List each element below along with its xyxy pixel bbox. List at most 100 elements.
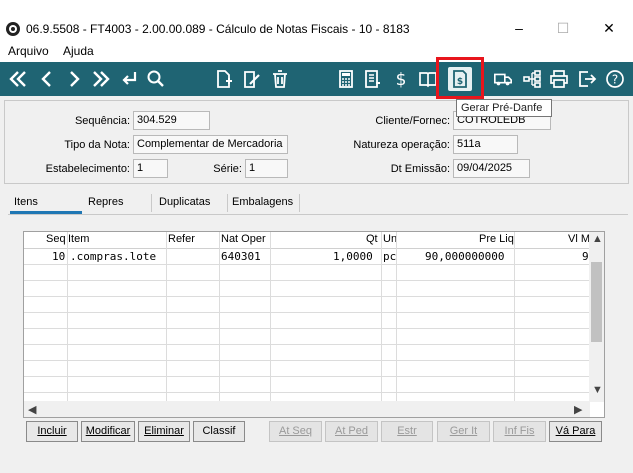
column-un[interactable]: Un [383, 233, 397, 245]
table-row-empty[interactable] [24, 345, 590, 361]
status-bar [0, 460, 633, 473]
column-seq[interactable]: Seq [46, 233, 66, 245]
column-vl-m[interactable]: Vl M [568, 233, 590, 245]
exit-icon [579, 71, 597, 87]
invoice-list-button[interactable] [361, 67, 385, 91]
last-record-button[interactable] [89, 67, 113, 91]
natureza-label: Natureza operação: [353, 139, 450, 151]
natureza-field[interactable]: 511a [453, 135, 518, 154]
scroll-down-icon[interactable]: ▼ [592, 384, 603, 396]
return-button[interactable] [117, 67, 141, 91]
double-chevron-right-icon [93, 71, 110, 87]
previous-record-button[interactable] [35, 67, 59, 91]
vertical-scroll-thumb[interactable] [591, 262, 602, 342]
column-refer[interactable]: Refer [168, 233, 195, 245]
chevron-right-icon [70, 71, 80, 87]
svg-text:?: ? [612, 73, 618, 87]
next-record-button[interactable] [62, 67, 86, 91]
new-document-button[interactable] [212, 67, 236, 91]
return-arrow-icon [122, 72, 137, 85]
close-button[interactable]: ✕ [594, 18, 624, 38]
at-ped-button[interactable]: At Ped [325, 421, 378, 442]
svg-text:$: $ [396, 70, 407, 89]
help-button[interactable]: ? [603, 67, 627, 91]
table-row-empty[interactable] [24, 313, 590, 329]
title-bar: 06.9.5508 - FT4003 - 2.00.00.089 - Cálcu… [0, 0, 633, 42]
tab-itens[interactable]: Itens [10, 192, 82, 214]
column-item[interactable]: Item [68, 233, 89, 245]
tab-duplicatas[interactable]: Duplicatas [155, 192, 227, 214]
print-button[interactable] [547, 67, 571, 91]
inf-fis-button[interactable]: Inf Fis [493, 421, 546, 442]
cell-qt: 1,0000 [333, 250, 373, 263]
financial-button[interactable]: $ [389, 67, 413, 91]
structure-button[interactable] [520, 67, 544, 91]
table-row-empty[interactable] [24, 265, 590, 281]
document-list-icon [365, 70, 380, 88]
va-para-button[interactable]: Vá Para [549, 421, 602, 442]
column-pre-liq[interactable]: Pre Liq [479, 233, 514, 245]
modificar-button[interactable]: Modificar [81, 421, 135, 442]
column-qt[interactable]: Qt [366, 233, 378, 245]
ger-it-button[interactable]: Ger It [437, 421, 490, 442]
menu-arquivo[interactable]: Arquivo [8, 44, 49, 58]
cliente-label: Cliente/Fornec: [375, 115, 450, 127]
vertical-scrollbar[interactable]: ▲ ▼ [589, 232, 604, 402]
cell-item: .compras.lote [70, 250, 157, 263]
scroll-left-icon[interactable]: ◀ [28, 403, 36, 416]
table-row-empty[interactable] [24, 329, 590, 345]
dollar-icon: $ [396, 70, 407, 89]
scroll-right-icon[interactable]: ▶ [574, 403, 582, 416]
tab-repres[interactable]: Repres [84, 192, 154, 214]
first-record-button[interactable] [6, 67, 30, 91]
cell-seq: 10 [52, 250, 66, 263]
menu-bar: Arquivo Ajuda [0, 42, 633, 62]
edit-document-icon [244, 71, 260, 88]
tooltip-gerar-pre-danfe: Gerar Pré-Danfe [456, 99, 552, 117]
at-seq-button[interactable]: At Seq [269, 421, 322, 442]
calculator-button[interactable] [334, 67, 358, 91]
delete-button[interactable] [268, 67, 292, 91]
estr-button[interactable]: Estr [381, 421, 433, 442]
toolbar: $ $ ? [0, 62, 633, 96]
edit-document-button[interactable] [240, 67, 264, 91]
search-button[interactable] [144, 67, 168, 91]
table-row[interactable]: 10 .compras.lote 640301 1,0000 pc 90,000… [24, 249, 590, 265]
calculator-icon [339, 70, 353, 88]
serie-field[interactable]: 1 [245, 159, 288, 178]
tab-embalagens[interactable]: Embalagens [228, 192, 300, 214]
sequencia-field[interactable]: 304.529 [133, 111, 210, 130]
trash-icon [273, 70, 287, 88]
shipping-button[interactable] [489, 67, 517, 91]
scroll-up-icon[interactable]: ▲ [592, 233, 603, 245]
sequencia-label: Sequência: [74, 115, 130, 127]
table-row-empty[interactable] [24, 361, 590, 377]
new-document-icon [217, 70, 232, 88]
app-logo-icon [6, 22, 20, 36]
cell-un: pc [383, 250, 397, 263]
items-grid[interactable]: Seq Item Refer Nat Oper Qt Un Pre Liq Vl… [23, 231, 605, 418]
estabelecimento-label: Estabelecimento: [45, 163, 130, 175]
help-icon: ? [606, 70, 624, 88]
tipo-nota-field[interactable]: Complementar de Mercadoria [133, 135, 288, 154]
table-row-empty[interactable] [24, 297, 590, 313]
exit-button[interactable] [575, 67, 599, 91]
cell-vl-m: 9 [582, 250, 589, 263]
maximize-button[interactable]: ☐ [548, 18, 578, 38]
cell-nat-oper: 640301 [221, 250, 261, 263]
minimize-button[interactable]: – [504, 18, 534, 38]
horizontal-scrollbar[interactable]: ◀ ▶ [24, 401, 590, 417]
dt-emissao-field[interactable]: 09/04/2025 [453, 159, 530, 178]
column-nat-oper[interactable]: Nat Oper [221, 233, 266, 245]
eliminar-button[interactable]: Eliminar [138, 421, 190, 442]
chevron-left-icon [41, 71, 51, 87]
table-row-empty[interactable] [24, 281, 590, 297]
highlight-box [436, 57, 484, 99]
hierarchy-icon [523, 70, 541, 88]
estabelecimento-field[interactable]: 1 [133, 159, 168, 178]
tipo-nota-label: Tipo da Nota: [64, 139, 130, 151]
table-row-empty[interactable] [24, 377, 590, 393]
classif-button[interactable]: Classif [193, 421, 245, 442]
incluir-button[interactable]: Incluir [26, 421, 78, 442]
menu-ajuda[interactable]: Ajuda [63, 44, 94, 58]
